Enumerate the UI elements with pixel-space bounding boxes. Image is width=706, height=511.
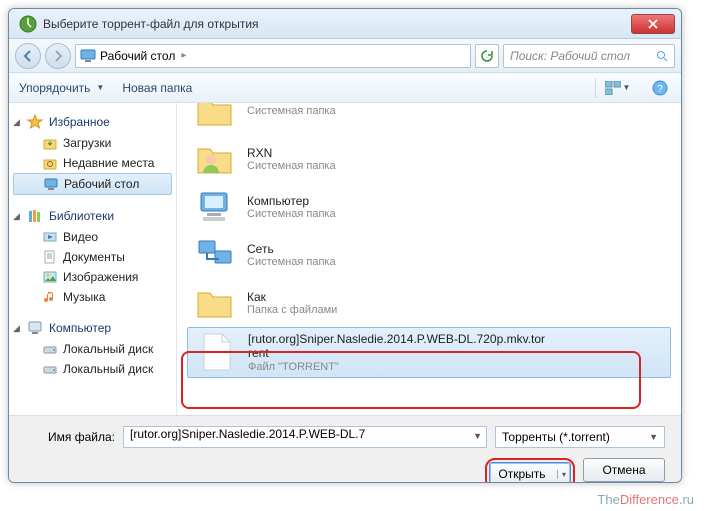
pictures-icon xyxy=(43,270,57,284)
help-button[interactable]: ? xyxy=(649,78,671,98)
sidebar-libraries[interactable]: ◢ Библиотеки xyxy=(9,205,176,227)
music-icon xyxy=(43,290,57,304)
titlebar: Выберите торрент-файл для открытия xyxy=(9,9,681,39)
app-icon xyxy=(19,15,37,33)
sidebar-item-video[interactable]: Видео xyxy=(9,227,176,247)
back-button[interactable] xyxy=(15,43,41,69)
file-icon xyxy=(196,332,236,372)
dialog-title: Выберите торрент-файл для открытия xyxy=(43,17,631,31)
sidebar-favorites[interactable]: ◢ Избранное xyxy=(9,111,176,133)
user-folder-icon xyxy=(195,141,235,177)
list-item[interactable]: КомпьютерСистемная папка xyxy=(187,183,671,231)
star-icon xyxy=(27,114,43,130)
collapse-icon: ◢ xyxy=(13,323,20,334)
organize-menu[interactable]: Упорядочить ▼ xyxy=(19,81,104,95)
dropdown-icon: ▼ xyxy=(649,432,658,442)
search-icon xyxy=(656,50,668,62)
search-placeholder: Поиск: Рабочий стол xyxy=(510,49,630,63)
sidebar-item-documents[interactable]: Документы xyxy=(9,247,176,267)
chevron-right-icon: ▸ xyxy=(181,50,186,61)
sidebar-item-disk[interactable]: Локальный диск xyxy=(9,339,176,359)
collapse-icon: ◢ xyxy=(13,211,20,222)
sidebar: ◢ Избранное Загрузки Недавние места Рабо… xyxy=(9,103,177,415)
file-list: Системная папка RXNСистемная папка Компь… xyxy=(177,103,681,415)
sidebar-item-downloads[interactable]: Загрузки xyxy=(9,133,176,153)
breadcrumb-location: Рабочий стол xyxy=(100,49,175,63)
disk-icon xyxy=(43,362,57,376)
documents-icon xyxy=(43,250,57,264)
refresh-button[interactable] xyxy=(475,44,499,68)
view-mode-button[interactable]: ▼ xyxy=(595,78,631,98)
computer-icon xyxy=(195,189,235,225)
list-item[interactable]: RXNСистемная папка xyxy=(187,135,671,183)
list-item[interactable]: Системная папка xyxy=(187,103,671,135)
network-icon xyxy=(195,237,235,273)
folder-icon xyxy=(195,103,235,129)
address-bar[interactable]: Рабочий стол ▸ xyxy=(75,44,471,68)
disk-icon xyxy=(43,342,57,356)
folder-icon xyxy=(195,285,235,321)
list-item-selected[interactable]: [rutor.org]Sniper.Nasledie.2014.P.WEB-DL… xyxy=(187,327,671,378)
watermark: TheDifference.ru xyxy=(597,492,694,507)
filter-dropdown[interactable]: Торренты (*.torrent) ▼ xyxy=(495,426,665,448)
library-icon xyxy=(27,208,43,224)
recent-icon xyxy=(43,156,57,170)
file-dialog: Выберите торрент-файл для открытия Рабоч… xyxy=(8,8,682,483)
sidebar-item-recent[interactable]: Недавние места xyxy=(9,153,176,173)
sidebar-item-pictures[interactable]: Изображения xyxy=(9,267,176,287)
sidebar-computer[interactable]: ◢ Компьютер xyxy=(9,317,176,339)
video-icon xyxy=(43,230,57,244)
collapse-icon: ◢ xyxy=(13,117,20,128)
filename-input[interactable]: [rutor.org]Sniper.Nasledie.2014.P.WEB-DL… xyxy=(123,426,487,448)
sidebar-item-disk[interactable]: Локальный диск xyxy=(9,359,176,379)
sidebar-item-desktop[interactable]: Рабочий стол xyxy=(13,173,172,195)
footer: Имя файла: [rutor.org]Sniper.Nasledie.20… xyxy=(9,415,681,483)
desktop-icon xyxy=(44,178,58,190)
forward-button[interactable] xyxy=(45,43,71,69)
downloads-icon xyxy=(43,136,57,150)
open-button[interactable]: Открыть xyxy=(489,462,571,483)
toolbar: Упорядочить ▼ Новая папка ▼ ? xyxy=(9,73,681,103)
sidebar-item-music[interactable]: Музыка xyxy=(9,287,176,307)
navbar: Рабочий стол ▸ Поиск: Рабочий стол xyxy=(9,39,681,73)
desktop-icon xyxy=(80,49,96,63)
close-button[interactable] xyxy=(631,14,675,34)
cancel-button[interactable]: Отмена xyxy=(583,458,665,482)
list-item[interactable]: КакПапка с файлами xyxy=(187,279,671,327)
svg-text:?: ? xyxy=(657,84,663,95)
search-input[interactable]: Поиск: Рабочий стол xyxy=(503,44,675,68)
filename-label: Имя файла: xyxy=(25,430,115,444)
highlight-annotation: Открыть xyxy=(485,458,575,483)
list-item[interactable]: СетьСистемная папка xyxy=(187,231,671,279)
computer-icon xyxy=(27,320,43,336)
new-folder-button[interactable]: Новая папка xyxy=(122,81,192,95)
dropdown-icon[interactable]: ▼ xyxy=(473,431,482,441)
